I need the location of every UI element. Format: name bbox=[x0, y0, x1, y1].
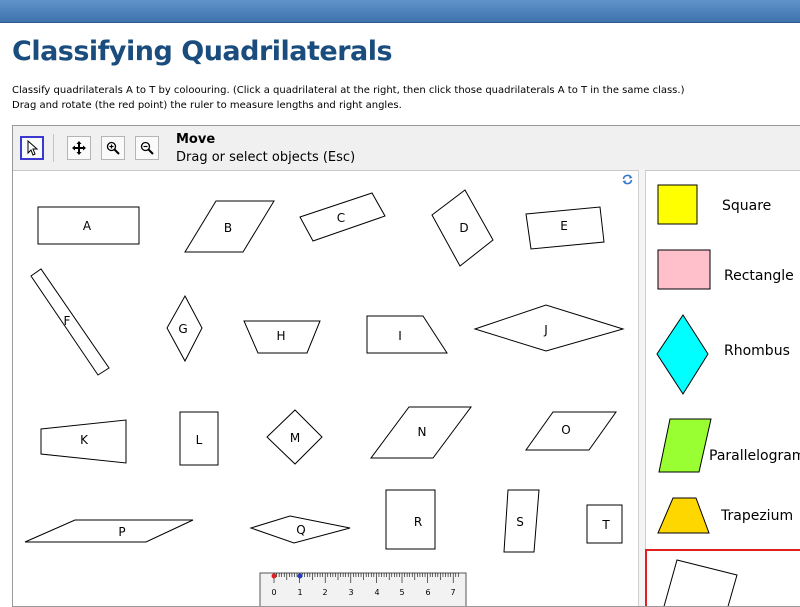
label-J: J bbox=[543, 323, 548, 337]
ruler-label-7: 7 bbox=[450, 588, 455, 597]
ruler[interactable]: 0 1 2 3 4 5 6 7 bbox=[259, 572, 467, 606]
label-L: L bbox=[196, 433, 203, 447]
legend-swatch-square[interactable] bbox=[657, 184, 698, 225]
ruler-label-6: 6 bbox=[425, 588, 430, 597]
label-T: T bbox=[601, 518, 610, 532]
instructions-line-1: Classify quadrilaterals A to T by coloou… bbox=[12, 85, 685, 96]
ruler-label-3: 3 bbox=[348, 588, 353, 597]
shape-R[interactable] bbox=[385, 489, 436, 550]
active-tool-name: Move bbox=[176, 132, 216, 147]
toolbar: Move Drag or select objects (Esc) bbox=[13, 126, 800, 171]
ruler-body bbox=[259, 572, 467, 606]
graphics-view-legend: Square Rectangle Rhombus Parallelogram T… bbox=[645, 184, 800, 606]
label-I: I bbox=[398, 329, 402, 343]
shape-P[interactable] bbox=[24, 519, 194, 543]
active-tool-help: Drag or select objects (Esc) bbox=[176, 150, 356, 165]
shape-O[interactable] bbox=[525, 411, 617, 451]
ruler-move-point[interactable] bbox=[297, 573, 303, 579]
label-G: G bbox=[178, 322, 187, 336]
label-P: P bbox=[118, 525, 125, 539]
label-K: K bbox=[80, 433, 89, 447]
zoom-out-button[interactable] bbox=[135, 136, 159, 160]
shape-I[interactable] bbox=[366, 315, 448, 354]
geogebra-applet: Move Drag or select objects (Esc) A B C … bbox=[12, 125, 800, 607]
label-B: B bbox=[224, 221, 232, 235]
ruler-label-0: 0 bbox=[271, 588, 276, 597]
legend-swatch-parallelogram[interactable] bbox=[658, 418, 712, 473]
legend-label-rectangle: Rectangle bbox=[724, 268, 794, 284]
legend-label-parallelogram: Parallelogram bbox=[709, 448, 800, 464]
ruler-rotate-point[interactable] bbox=[271, 573, 277, 579]
label-A: A bbox=[83, 219, 92, 233]
legend-label-trapezium: Trapezium bbox=[720, 508, 793, 524]
label-H: H bbox=[276, 329, 285, 343]
legend-swatch-rectangle[interactable] bbox=[657, 249, 711, 290]
label-D: D bbox=[459, 221, 468, 235]
move-tool-button[interactable] bbox=[20, 136, 44, 160]
label-M: M bbox=[290, 431, 300, 445]
zoom-in-button[interactable] bbox=[101, 136, 125, 160]
toolbar-separator bbox=[53, 134, 54, 162]
label-O: O bbox=[561, 423, 570, 437]
shape-J[interactable] bbox=[473, 304, 625, 352]
label-N: N bbox=[418, 425, 427, 439]
legend-label-square: Square bbox=[722, 198, 771, 214]
zoom-out-icon bbox=[140, 141, 154, 155]
top-bar bbox=[0, 0, 800, 23]
graphics-view-shapes: A B C D E F G H I J K L M N O P Q R S T … bbox=[24, 173, 634, 606]
zoom-in-icon bbox=[106, 141, 120, 155]
label-E: E bbox=[560, 219, 568, 233]
legend-swatch-rhombus[interactable] bbox=[656, 314, 709, 395]
label-F: F bbox=[64, 314, 71, 328]
legend-label-rhombus: Rhombus bbox=[724, 343, 790, 359]
ruler-label-5: 5 bbox=[399, 588, 404, 597]
instructions-line-2: Drag and rotate (the red point) the rule… bbox=[12, 100, 402, 111]
label-Q: Q bbox=[296, 523, 305, 537]
label-R: R bbox=[414, 515, 422, 529]
legend-swatch-trapezium[interactable] bbox=[657, 497, 710, 534]
ruler-label-2: 2 bbox=[322, 588, 327, 597]
page-title: Classifying Quadrilaterals bbox=[12, 36, 393, 67]
refresh-icon[interactable] bbox=[621, 173, 634, 186]
legend-selected-quadrilateral bbox=[663, 559, 738, 606]
ruler-label-4: 4 bbox=[374, 588, 379, 597]
label-C: C bbox=[337, 211, 345, 225]
move-graphics-view-button[interactable] bbox=[67, 136, 91, 160]
pointer-arrow-icon bbox=[27, 140, 39, 156]
ruler-label-1: 1 bbox=[297, 588, 302, 597]
label-S: S bbox=[516, 515, 524, 529]
move-arrows-icon bbox=[72, 141, 86, 155]
